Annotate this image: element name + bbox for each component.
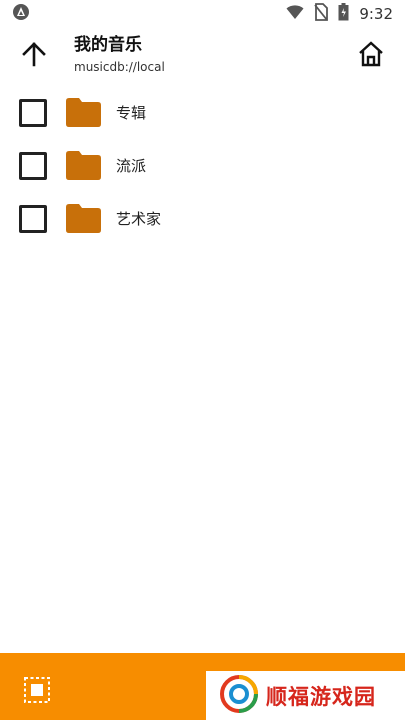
item-checkbox[interactable]: [19, 204, 47, 233]
item-checkbox[interactable]: [19, 151, 47, 180]
page-subtitle: musicdb://local: [74, 60, 165, 74]
item-checkbox[interactable]: [19, 98, 47, 127]
list-item-label: 艺术家: [116, 210, 162, 228]
app-bar: 我的音乐 musicdb://local: [0, 28, 405, 84]
folder-icon: [66, 151, 101, 184]
battery-icon: [338, 3, 349, 25]
status-bar: 9:32: [0, 0, 405, 28]
arrow-up-icon: [21, 41, 47, 71]
home-button[interactable]: [353, 38, 389, 74]
status-left: [12, 3, 30, 25]
watermark-logo-icon: [220, 674, 258, 717]
wifi-icon: [286, 4, 304, 24]
list-item[interactable]: 流派: [0, 139, 405, 192]
select-all-icon[interactable]: [24, 677, 50, 703]
list-item[interactable]: 专辑: [0, 86, 405, 139]
list-item-label: 流派: [116, 157, 147, 175]
list-item-label: 专辑: [116, 104, 147, 122]
page-title: 我的音乐: [74, 35, 142, 55]
folder-icon: [66, 204, 101, 237]
home-icon: [357, 40, 385, 72]
status-time: 9:32: [359, 5, 393, 23]
status-right: 9:32: [286, 3, 393, 25]
navigate-up-button[interactable]: [16, 38, 52, 74]
list-item[interactable]: 艺术家: [0, 192, 405, 245]
folder-list: 专辑 流派 艺术家: [0, 86, 405, 245]
title-block: 我的音乐 musicdb://local: [74, 34, 165, 75]
no-sim-icon: [314, 3, 329, 25]
watermark-text: 顺福游戏园: [266, 684, 376, 709]
folder-icon: [66, 98, 101, 131]
watermark: 顺福游戏园: [206, 671, 405, 720]
android-notify-icon: [12, 3, 30, 25]
